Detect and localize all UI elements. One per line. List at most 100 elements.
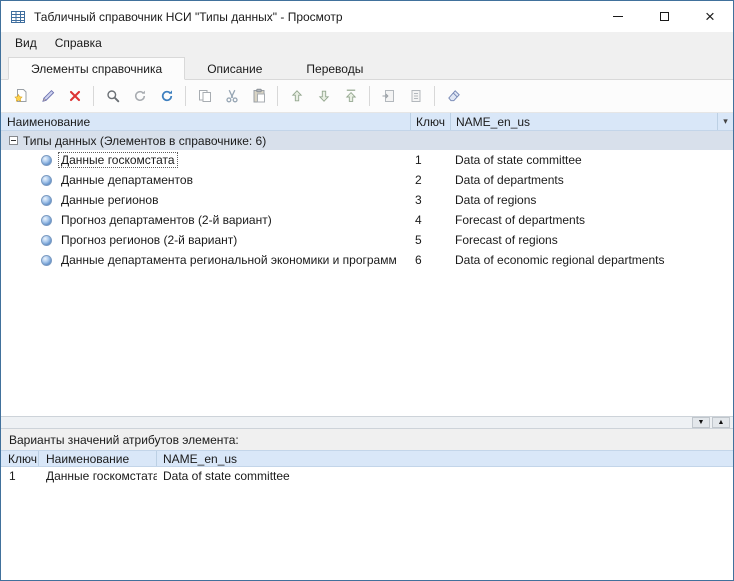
edit-button[interactable] — [34, 83, 61, 109]
add-button[interactable] — [7, 83, 34, 109]
move-to-top-icon — [343, 88, 359, 104]
maximize-button[interactable] — [641, 1, 687, 32]
element-name-cell: Данные департамента региональной экономи… — [58, 252, 410, 268]
splitter-bar[interactable] — [1, 416, 733, 429]
splitter-expand-up-button[interactable] — [712, 417, 730, 428]
menu-help[interactable]: Справка — [46, 32, 111, 54]
element-key: 6 — [410, 253, 450, 267]
collapse-toggle-icon[interactable] — [9, 136, 18, 145]
column-header-name-en[interactable]: NAME_en_us — [451, 113, 717, 130]
refresh-button[interactable] — [153, 83, 180, 109]
element-key: 4 — [410, 213, 450, 227]
document-import-button[interactable] — [375, 83, 402, 109]
element-name-en: Forecast of departments — [450, 213, 733, 227]
element-name-cell: Прогноз департаментов (2-й вариант) — [58, 212, 410, 228]
toolbar-separator — [369, 86, 370, 106]
edit-icon — [40, 88, 56, 104]
tree-item-row[interactable]: Прогноз департаментов (2-й вариант) 4 Fo… — [1, 210, 733, 230]
document-export-icon — [408, 88, 424, 104]
toolbar-separator — [434, 86, 435, 106]
move-down-button[interactable] — [310, 83, 337, 109]
bottom-column-name-en[interactable]: NAME_en_us — [157, 451, 733, 466]
element-sphere-icon — [41, 235, 52, 246]
window-controls — [595, 1, 733, 32]
element-name-en: Data of departments — [450, 173, 733, 187]
element-sphere-icon — [41, 215, 52, 226]
element-name-en: Data of regions — [450, 193, 733, 207]
tree-area: Типы данных (Элементов в справочнике: 6)… — [1, 131, 733, 416]
move-up-button[interactable] — [283, 83, 310, 109]
minimize-icon — [613, 16, 623, 17]
variant-name: Данные госкомстата — [39, 469, 157, 483]
paste-button[interactable] — [245, 83, 272, 109]
toolbar-separator — [93, 86, 94, 106]
column-header-key[interactable]: Ключ — [411, 113, 451, 130]
document-export-button[interactable] — [402, 83, 429, 109]
element-name-en: Data of economic regional departments — [450, 253, 733, 267]
element-name-cell: Прогноз регионов (2-й вариант) — [58, 232, 410, 248]
tree-item-row[interactable]: Данные регионов 3 Data of regions — [1, 190, 733, 210]
tree-item-row[interactable]: Прогноз регионов (2-й вариант) 5 Forecas… — [1, 230, 733, 250]
element-name: Данные департамента региональной экономи… — [58, 252, 400, 268]
close-button[interactable] — [687, 1, 733, 32]
tab-translations[interactable]: Переводы — [284, 58, 385, 79]
element-key: 3 — [410, 193, 450, 207]
tree-column-header: Наименование Ключ NAME_en_us — [1, 113, 733, 131]
element-name: Прогноз регионов (2-й вариант) — [58, 232, 240, 248]
element-name: Прогноз департаментов (2-й вариант) — [58, 212, 275, 228]
tree-item-row[interactable]: Данные департамента региональной экономи… — [1, 250, 733, 270]
tree-item-row[interactable]: Данные департаментов 2 Data of departmen… — [1, 170, 733, 190]
tab-elements[interactable]: Элементы справочника — [8, 57, 185, 80]
add-icon — [13, 88, 29, 104]
element-sphere-icon — [41, 175, 52, 186]
menubar: Вид Справка — [1, 32, 733, 54]
find-button[interactable] — [126, 83, 153, 109]
tree-rows: Данные госкомстата 1 Data of state commi… — [1, 150, 733, 270]
attribute-variant-row[interactable]: 1 Данные госкомстата Data of state commi… — [1, 467, 733, 485]
copy-icon — [197, 88, 213, 104]
toolbar-separator — [277, 86, 278, 106]
tree-item-row[interactable]: Данные госкомстата 1 Data of state commi… — [1, 150, 733, 170]
find-icon — [132, 88, 148, 104]
delete-button[interactable] — [61, 83, 88, 109]
copy-button[interactable] — [191, 83, 218, 109]
minimize-button[interactable] — [595, 1, 641, 32]
variant-key: 1 — [1, 469, 39, 483]
splitter-expand-down-button[interactable] — [692, 417, 710, 428]
cut-button[interactable] — [218, 83, 245, 109]
toolbar-separator — [185, 86, 186, 106]
element-key: 2 — [410, 173, 450, 187]
delete-icon — [67, 88, 83, 104]
window-title: Табличный справочник НСИ "Типы данных" -… — [34, 10, 343, 24]
bottom-column-name[interactable]: Наименование — [39, 451, 157, 466]
eraser-button[interactable] — [440, 83, 467, 109]
titlebar: Табличный справочник НСИ "Типы данных" -… — [1, 1, 733, 32]
element-sphere-icon — [41, 255, 52, 266]
refresh-icon — [159, 88, 175, 104]
element-name-en: Forecast of regions — [450, 233, 733, 247]
attribute-variants-label: Варианты значений атрибутов элемента: — [1, 429, 733, 450]
toolbar — [1, 80, 733, 113]
bottom-rows: 1 Данные госкомстата Data of state commi… — [1, 467, 733, 580]
document-import-icon — [381, 88, 397, 104]
menu-view[interactable]: Вид — [6, 32, 46, 54]
tree-root-label: Типы данных (Элементов в справочнике: 6) — [23, 134, 266, 148]
element-sphere-icon — [41, 195, 52, 206]
tree-root-row[interactable]: Типы данных (Элементов в справочнике: 6) — [1, 131, 733, 150]
element-name-cell: Данные регионов — [58, 192, 410, 208]
tab-description[interactable]: Описание — [185, 58, 284, 79]
element-name-en: Data of state committee — [450, 153, 733, 167]
element-name: Данные регионов — [58, 192, 161, 208]
column-options-button[interactable] — [717, 113, 733, 130]
app-icon — [10, 9, 26, 25]
eraser-icon — [446, 88, 462, 104]
element-name-cell: Данные департаментов — [58, 172, 410, 188]
column-header-name[interactable]: Наименование — [1, 113, 411, 130]
cut-icon — [224, 88, 240, 104]
search-button[interactable] — [99, 83, 126, 109]
tabstrip: Элементы справочника Описание Переводы — [1, 54, 733, 80]
app-window: Табличный справочник НСИ "Типы данных" -… — [0, 0, 734, 581]
move-to-top-button[interactable] — [337, 83, 364, 109]
bottom-column-key[interactable]: Ключ — [1, 451, 39, 466]
element-sphere-icon — [41, 155, 52, 166]
